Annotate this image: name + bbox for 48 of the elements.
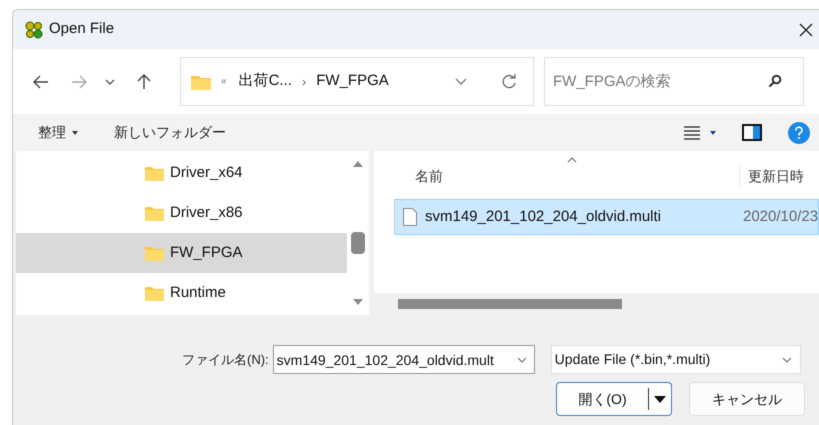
preview-pane-icon[interactable] (742, 124, 762, 141)
filename-combobox[interactable]: svm149_201_102_204_oldvid.mult (272, 345, 535, 374)
search-icon (768, 74, 782, 88)
search-field[interactable]: FW_FPGAの検索 (544, 57, 804, 106)
chevron-down-icon[interactable] (516, 357, 527, 363)
caret-icon[interactable] (710, 130, 716, 134)
up-arrow-icon[interactable] (137, 73, 151, 90)
file-icon (403, 208, 417, 226)
folder-icon (191, 74, 211, 90)
address-bar[interactable]: « 出荷C... › FW_FPGA (180, 57, 534, 106)
folder-icon (145, 166, 164, 180)
date-column-header[interactable]: 更新日時 (739, 166, 804, 187)
list-view-icon[interactable] (684, 126, 700, 140)
folder-icon (145, 246, 164, 260)
sort-ascending-icon (567, 157, 577, 163)
file-row[interactable]: svm149_201_102_204_oldvid.multi 2020/10/23 (394, 199, 819, 235)
filename-label: ファイル名(N): (182, 350, 269, 369)
caret-icon[interactable] (654, 396, 666, 402)
chevron-down-icon[interactable] (105, 78, 115, 84)
close-icon[interactable] (799, 22, 813, 36)
caret-icon[interactable] (72, 130, 78, 134)
breadcrumb-item[interactable]: 出荷C... (238, 70, 292, 93)
chevron-down-icon[interactable] (455, 78, 467, 85)
open-button[interactable]: 開く(O) (556, 382, 648, 416)
open-dropdown-button[interactable] (648, 382, 672, 416)
cancel-button[interactable]: キャンセル (689, 382, 805, 416)
file-type-dropdown[interactable]: Update File (*.bin,*.multi) (550, 345, 801, 374)
overflow-chevron[interactable]: « (221, 74, 227, 89)
folder-icon (145, 286, 164, 300)
scroll-up-icon[interactable] (353, 161, 363, 167)
help-icon[interactable] (788, 122, 810, 144)
scroll-down-icon[interactable] (353, 299, 363, 305)
folder-icon (145, 206, 164, 220)
chevron-down-icon[interactable] (782, 357, 792, 363)
name-column-header[interactable]: 名前 (374, 166, 739, 187)
folder-tree-item[interactable]: FW_FPGA (16, 233, 347, 273)
back-arrow-icon[interactable] (33, 74, 49, 88)
horizontal-scrollbar-thumb[interactable] (398, 299, 622, 309)
organize-menu-button[interactable]: 整理 (38, 118, 78, 146)
vertical-scrollbar[interactable] (347, 151, 369, 315)
scrollbar-thumb[interactable] (351, 232, 365, 254)
window-title: Open File (49, 19, 114, 40)
file-date: 2020/10/23 (743, 206, 818, 227)
new-folder-button[interactable]: 新しいフォルダー (114, 118, 226, 146)
refresh-icon[interactable] (501, 74, 517, 90)
breadcrumb-item[interactable]: FW_FPGA (316, 70, 389, 93)
file-name: svm149_201_102_204_oldvid.multi (425, 206, 662, 227)
breadcrumb-separator[interactable]: › (302, 72, 306, 92)
